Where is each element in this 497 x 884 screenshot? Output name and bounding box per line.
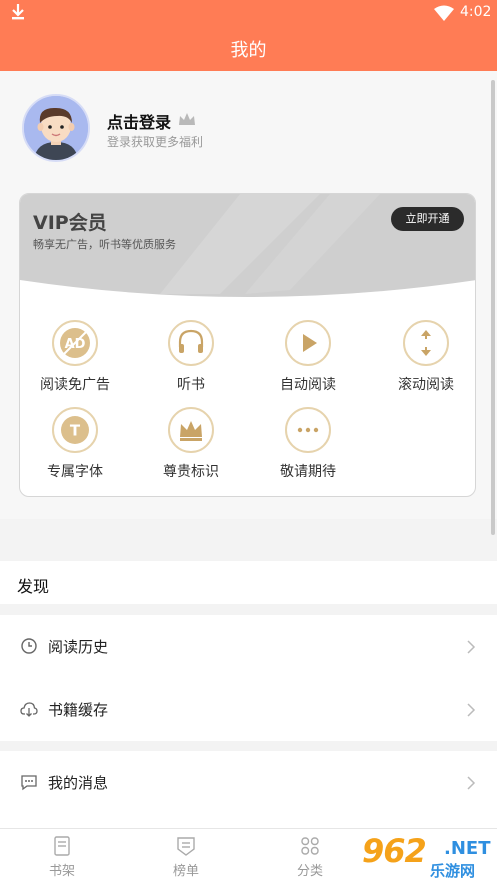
cloud-download-icon <box>20 702 38 717</box>
benefit-ad-free[interactable]: AD 阅读免广告 <box>20 319 130 394</box>
chevron-right-icon <box>467 640 476 654</box>
avatar[interactable] <box>22 94 90 162</box>
vip-title: VIP会员 <box>33 212 107 234</box>
vip-card: VIP会员 畅享无广告，听书等优质服务 立即开通 AD 阅读免广告 听书 自动阅… <box>19 193 476 497</box>
tab-label: 分类 <box>296 864 323 879</box>
benefit-scroll-read[interactable]: 滚动阅读 <box>371 319 475 394</box>
vip-open-button[interactable]: 立即开通 <box>391 207 464 231</box>
play-icon <box>285 320 331 366</box>
profile-section: 点击登录 登录获取更多福利 VIP会员 畅享无广告，听书等优质服务 立即开通 A… <box>0 71 497 519</box>
login-title[interactable]: 点击登录 <box>107 109 171 133</box>
tab-label: 榜单 <box>172 864 199 879</box>
category-icon <box>301 837 319 855</box>
crown-badge-icon <box>179 113 195 125</box>
discover-title: 发现 <box>17 577 50 596</box>
app-header: 我的 <box>0 26 497 71</box>
clock-icon <box>21 638 37 654</box>
page-title: 我的 <box>230 40 267 61</box>
benefit-auto-read[interactable]: 自动阅读 <box>253 319 363 394</box>
benefit-label: 阅读免广告 <box>40 377 110 393</box>
watermark-suffix: .NET <box>444 838 491 859</box>
benefit-label: 尊贵标识 <box>163 464 219 480</box>
login-subtitle: 登录获取更多福利 <box>107 135 204 149</box>
ad-free-icon: AD <box>52 320 98 366</box>
benefit-label: 听书 <box>177 377 205 393</box>
benefit-coming-soon[interactable]: 敬请期待 <box>253 406 363 481</box>
download-icon <box>12 4 24 20</box>
menu-group-messages: 我的消息 <box>0 751 497 828</box>
scrollbar[interactable] <box>491 80 495 535</box>
crown-icon <box>168 407 214 453</box>
discover-section: 发现 <box>0 561 497 604</box>
scroll-icon <box>403 320 449 366</box>
vip-description: 畅享无广告，听书等优质服务 <box>33 238 176 251</box>
message-icon <box>21 775 37 791</box>
tab-bookshelf[interactable]: 书架 <box>0 829 124 884</box>
benefit-exclusive-font[interactable]: T 专属字体 <box>20 406 130 481</box>
svg-text:T: T <box>70 422 81 440</box>
tab-label: 书架 <box>48 864 75 879</box>
menu-item-my-messages[interactable]: 我的消息 <box>0 751 497 814</box>
headphones-icon <box>168 320 214 366</box>
benefit-label: 专属字体 <box>47 464 103 480</box>
watermark-number: 962 <box>362 832 427 870</box>
tab-ranking[interactable]: 榜单 <box>124 829 248 884</box>
watermark-text: 乐游网 <box>430 862 476 880</box>
benefit-label: 滚动阅读 <box>398 377 454 393</box>
user-avatar-icon <box>24 96 88 160</box>
benefit-label: 自动阅读 <box>280 377 336 393</box>
benefit-vip-badge[interactable]: 尊贵标识 <box>136 406 246 481</box>
status-bar: 4:02 <box>0 0 497 26</box>
benefit-label: 敬请期待 <box>280 464 336 480</box>
bookshelf-icon <box>54 836 70 856</box>
more-icon <box>285 407 331 453</box>
menu-item-reading-history[interactable]: 阅读历史 <box>0 615 497 678</box>
menu-group-reading: 阅读历史 书籍缓存 <box>0 615 497 741</box>
menu-label: 阅读历史 <box>48 638 109 656</box>
menu-label: 我的消息 <box>48 774 109 792</box>
watermark-logo: 962 .NET 乐游网 <box>358 832 494 880</box>
wifi-icon <box>434 5 454 21</box>
menu-item-book-cache[interactable]: 书籍缓存 <box>0 678 497 741</box>
font-icon: T <box>52 407 98 453</box>
chevron-right-icon <box>467 776 476 790</box>
status-time: 4:02 <box>460 4 492 20</box>
menu-label: 书籍缓存 <box>48 701 109 719</box>
ranking-icon <box>177 837 195 856</box>
tab-category[interactable]: 分类 <box>248 829 372 884</box>
chevron-right-icon <box>467 703 476 717</box>
benefit-audiobook[interactable]: 听书 <box>136 319 246 394</box>
